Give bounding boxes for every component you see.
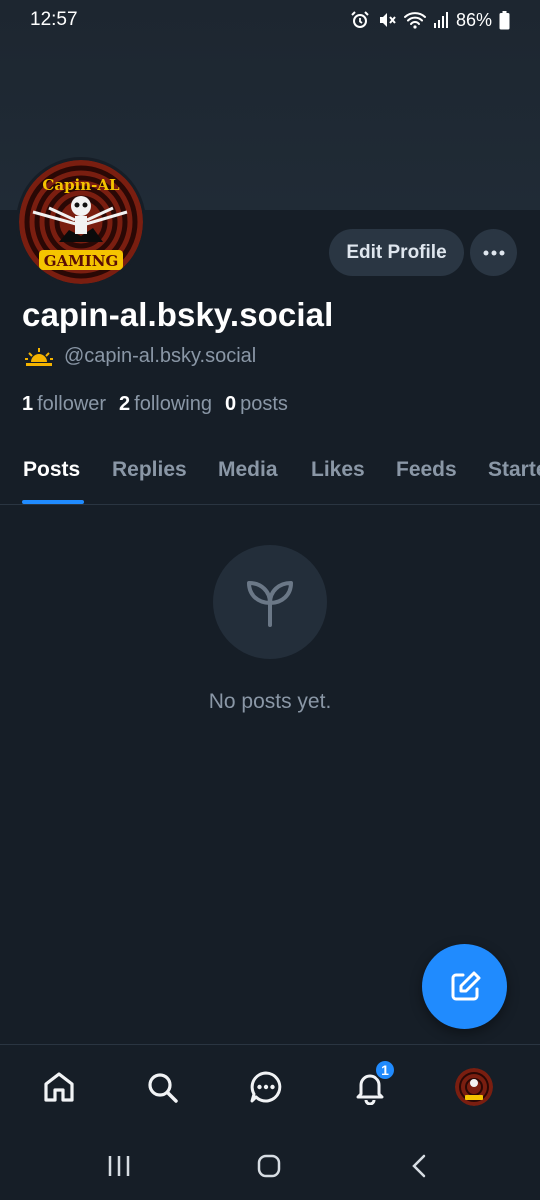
nav-chat[interactable] <box>244 1065 288 1109</box>
tab-feeds[interactable]: Feeds <box>396 458 457 482</box>
avatar-text-top: Capin-AL <box>42 176 120 194</box>
home-circle-icon <box>257 1154 281 1178</box>
signal-icon <box>433 12 448 28</box>
nav-notifications[interactable]: 1 <box>348 1059 396 1109</box>
alarm-icon <box>351 11 369 28</box>
more-options-button[interactable] <box>470 229 517 276</box>
recents-button[interactable] <box>99 1146 139 1186</box>
bottom-navigation: 1 <box>0 1044 540 1130</box>
profile-handle: @capin-al.bsky.social <box>64 345 257 367</box>
profile-display-name: capin-al.bsky.social <box>22 296 334 333</box>
sprout-icon <box>247 581 293 627</box>
status-icons: 86% <box>350 10 510 31</box>
status-time: 12:57 <box>30 9 78 30</box>
handle-row: @capin-al.bsky.social <box>24 345 256 368</box>
tab-starter-packs[interactable]: Starter Packs <box>488 458 540 482</box>
compose-button[interactable] <box>422 944 507 1029</box>
avatar-image: Capin-AL GAMING <box>19 160 143 284</box>
tab-likes[interactable]: Likes <box>311 458 365 482</box>
back-icon <box>412 1154 426 1178</box>
battery-icon <box>499 10 510 29</box>
tab-media[interactable]: Media <box>218 458 278 482</box>
nav-search[interactable] <box>140 1065 184 1109</box>
notifications-badge: 1 <box>374 1059 396 1081</box>
chat-icon <box>250 1071 282 1103</box>
status-bar: 12:57 86% <box>0 0 540 40</box>
profile-stats: 1 follower 2 following 0 posts <box>22 393 288 416</box>
avatar <box>455 1068 493 1106</box>
active-tab-indicator <box>22 500 84 504</box>
empty-state-icon-circle <box>213 545 327 659</box>
battery-percent: 86% <box>455 9 492 30</box>
nav-profile[interactable] <box>452 1065 496 1109</box>
search-icon <box>148 1073 178 1103</box>
profile-avatar[interactable]: Capin-AL GAMING <box>16 157 146 287</box>
home-system-button[interactable] <box>249 1146 289 1186</box>
tab-posts[interactable]: Posts <box>23 458 80 482</box>
followers-stat[interactable]: 1 follower <box>22 393 106 416</box>
wifi-icon <box>403 12 426 29</box>
back-button[interactable] <box>400 1146 440 1186</box>
profile-tabs: Posts Replies Media Likes Feeds Starter … <box>0 446 540 505</box>
empty-state-text: No posts yet. <box>208 690 332 713</box>
ellipsis-icon <box>483 250 504 255</box>
recents-icon <box>108 1156 130 1176</box>
system-navigation <box>0 1130 540 1200</box>
posts-stat: 0 posts <box>225 393 288 415</box>
avatar-text-bottom: GAMING <box>44 252 119 270</box>
tab-replies[interactable]: Replies <box>112 458 187 482</box>
nav-home[interactable] <box>37 1065 81 1109</box>
sunrise-icon <box>25 347 53 366</box>
edit-profile-button[interactable]: Edit Profile <box>329 229 464 276</box>
compose-icon <box>451 971 480 1000</box>
mute-icon <box>379 13 396 27</box>
following-stat[interactable]: 2 following <box>119 393 212 416</box>
home-icon <box>44 1072 74 1102</box>
